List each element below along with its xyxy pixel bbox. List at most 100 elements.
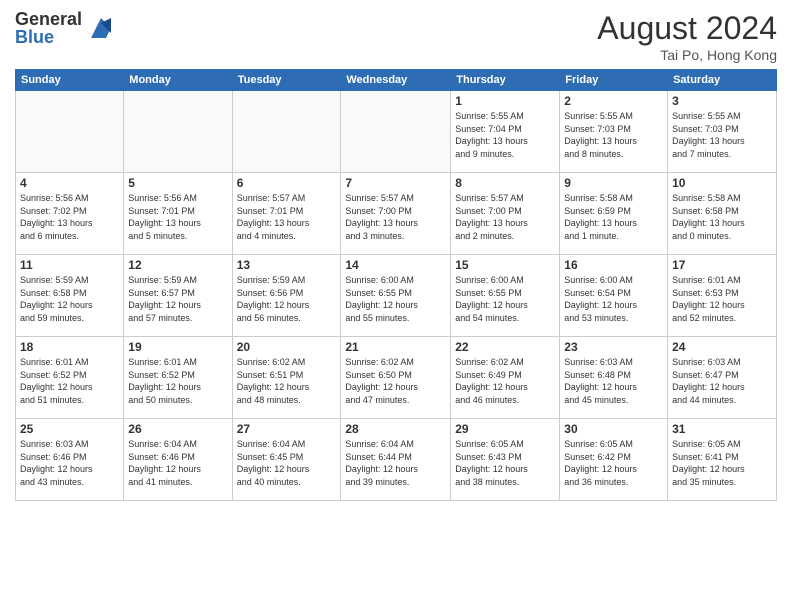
weekday-header-tuesday: Tuesday — [232, 70, 341, 91]
day-number: 23 — [564, 340, 663, 354]
calendar-cell: 22Sunrise: 6:02 AM Sunset: 6:49 PM Dayli… — [451, 337, 560, 419]
day-number: 1 — [455, 94, 555, 108]
day-info: Sunrise: 5:58 AM Sunset: 6:59 PM Dayligh… — [564, 192, 663, 242]
day-info: Sunrise: 6:00 AM Sunset: 6:54 PM Dayligh… — [564, 274, 663, 324]
day-number: 26 — [128, 422, 227, 436]
day-info: Sunrise: 6:00 AM Sunset: 6:55 PM Dayligh… — [455, 274, 555, 324]
calendar-cell — [124, 91, 232, 173]
day-number: 8 — [455, 176, 555, 190]
day-info: Sunrise: 6:02 AM Sunset: 6:50 PM Dayligh… — [345, 356, 446, 406]
calendar-cell: 2 Sunrise: 5:55 AM Sunset: 7:03 PM Daylig… — [560, 91, 668, 173]
calendar-cell: 26 Sunrise: 6:04 AM Sunset: 6:46 PM Dayli… — [124, 419, 232, 501]
day-info: Sunrise: 5:57 AM Sunset: 7:00 PM Dayligh… — [345, 192, 446, 242]
calendar-cell: 10Sunrise: 5:58 AM Sunset: 6:58 PM Dayli… — [668, 173, 777, 255]
day-info: Sunrise: 6:03 AM Sunset: 6:47 PM Dayligh… — [672, 356, 772, 406]
logo-general: General — [15, 10, 82, 28]
day-number: 15 — [455, 258, 555, 272]
day-number: 24 — [672, 340, 772, 354]
day-number: 6 — [237, 176, 337, 190]
day-number: 25 — [20, 422, 119, 436]
day-number: 9 — [564, 176, 663, 190]
day-info: Sunrise: 5:56 AM Sunset: 7:02 PM Dayligh… — [20, 192, 119, 242]
calendar-cell: 20Sunrise: 6:02 AM Sunset: 6:51 PM Dayli… — [232, 337, 341, 419]
calendar-cell: 8 Sunrise: 5:57 AM Sunset: 7:00 PM Daylig… — [451, 173, 560, 255]
calendar-cell: 27Sunrise: 6:04 AM Sunset: 6:45 PM Dayli… — [232, 419, 341, 501]
day-number: 18 — [20, 340, 119, 354]
calendar-cell: 21 Sunrise: 6:02 AM Sunset: 6:50 PM Dayli… — [341, 337, 451, 419]
calendar-cell: 18 Sunrise: 6:01 AM Sunset: 6:52 PM Dayli… — [16, 337, 124, 419]
day-info: Sunrise: 5:57 AM Sunset: 7:00 PM Dayligh… — [455, 192, 555, 242]
weekday-header-row: SundayMondayTuesdayWednesdayThursdayFrid… — [16, 70, 777, 91]
day-info: Sunrise: 5:59 AM Sunset: 6:56 PM Dayligh… — [237, 274, 337, 324]
page: General Blue August 2024 Tai Po, Hong Ko… — [0, 0, 792, 511]
day-info: Sunrise: 6:05 AM Sunset: 6:43 PM Dayligh… — [455, 438, 555, 488]
day-info: Sunrise: 6:04 AM Sunset: 6:44 PM Dayligh… — [345, 438, 446, 488]
day-number: 2 — [564, 94, 663, 108]
day-info: Sunrise: 6:01 AM Sunset: 6:52 PM Dayligh… — [20, 356, 119, 406]
day-number: 10 — [672, 176, 772, 190]
calendar-cell: 14Sunrise: 6:00 AM Sunset: 6:55 PM Dayli… — [341, 255, 451, 337]
day-number: 7 — [345, 176, 446, 190]
week-row-3: 18 Sunrise: 6:01 AM Sunset: 6:52 PM Dayli… — [16, 337, 777, 419]
day-info: Sunrise: 5:55 AM Sunset: 7:03 PM Dayligh… — [564, 110, 663, 160]
day-number: 21 — [345, 340, 446, 354]
calendar-cell: 3 Sunrise: 5:55 AM Sunset: 7:03 PM Daylig… — [668, 91, 777, 173]
calendar-cell: 1 Sunrise: 5:55 AM Sunset: 7:04 PM Daylig… — [451, 91, 560, 173]
logo-blue: Blue — [15, 28, 82, 46]
day-number: 16 — [564, 258, 663, 272]
calendar-cell: 12 Sunrise: 5:59 AM Sunset: 6:57 PM Dayli… — [124, 255, 232, 337]
day-info: Sunrise: 6:00 AM Sunset: 6:55 PM Dayligh… — [345, 274, 446, 324]
week-row-4: 25 Sunrise: 6:03 AM Sunset: 6:46 PM Dayli… — [16, 419, 777, 501]
week-row-2: 11Sunrise: 5:59 AM Sunset: 6:58 PM Dayli… — [16, 255, 777, 337]
calendar-cell: 24 Sunrise: 6:03 AM Sunset: 6:47 PM Dayli… — [668, 337, 777, 419]
title-block: August 2024 Tai Po, Hong Kong — [597, 10, 777, 63]
title-location: Tai Po, Hong Kong — [597, 47, 777, 63]
day-number: 17 — [672, 258, 772, 272]
day-info: Sunrise: 6:05 AM Sunset: 6:42 PM Dayligh… — [564, 438, 663, 488]
day-info: Sunrise: 6:03 AM Sunset: 6:46 PM Dayligh… — [20, 438, 119, 488]
day-info: Sunrise: 6:01 AM Sunset: 6:52 PM Dayligh… — [128, 356, 227, 406]
day-number: 28 — [345, 422, 446, 436]
weekday-header-saturday: Saturday — [668, 70, 777, 91]
day-number: 4 — [20, 176, 119, 190]
day-info: Sunrise: 6:03 AM Sunset: 6:48 PM Dayligh… — [564, 356, 663, 406]
day-number: 30 — [564, 422, 663, 436]
logo-icon — [86, 13, 116, 43]
day-info: Sunrise: 5:55 AM Sunset: 7:04 PM Dayligh… — [455, 110, 555, 160]
day-info: Sunrise: 5:59 AM Sunset: 6:57 PM Dayligh… — [128, 274, 227, 324]
day-info: Sunrise: 5:55 AM Sunset: 7:03 PM Dayligh… — [672, 110, 772, 160]
day-info: Sunrise: 6:02 AM Sunset: 6:49 PM Dayligh… — [455, 356, 555, 406]
calendar-cell: 7 Sunrise: 5:57 AM Sunset: 7:00 PM Daylig… — [341, 173, 451, 255]
day-info: Sunrise: 5:57 AM Sunset: 7:01 PM Dayligh… — [237, 192, 337, 242]
calendar-cell — [232, 91, 341, 173]
day-info: Sunrise: 6:04 AM Sunset: 6:46 PM Dayligh… — [128, 438, 227, 488]
calendar-cell: 25 Sunrise: 6:03 AM Sunset: 6:46 PM Dayli… — [16, 419, 124, 501]
day-number: 31 — [672, 422, 772, 436]
day-number: 3 — [672, 94, 772, 108]
calendar-cell: 9 Sunrise: 5:58 AM Sunset: 6:59 PM Daylig… — [560, 173, 668, 255]
day-number: 11 — [20, 258, 119, 272]
day-number: 13 — [237, 258, 337, 272]
calendar-cell: 4 Sunrise: 5:56 AM Sunset: 7:02 PM Daylig… — [16, 173, 124, 255]
calendar-cell: 28 Sunrise: 6:04 AM Sunset: 6:44 PM Dayli… — [341, 419, 451, 501]
logo-text: General Blue — [15, 10, 82, 46]
calendar-cell: 31Sunrise: 6:05 AM Sunset: 6:41 PM Dayli… — [668, 419, 777, 501]
calendar-cell: 17 Sunrise: 6:01 AM Sunset: 6:53 PM Dayli… — [668, 255, 777, 337]
calendar-cell: 29Sunrise: 6:05 AM Sunset: 6:43 PM Dayli… — [451, 419, 560, 501]
weekday-header-sunday: Sunday — [16, 70, 124, 91]
calendar-cell: 23 Sunrise: 6:03 AM Sunset: 6:48 PM Dayli… — [560, 337, 668, 419]
day-info: Sunrise: 5:56 AM Sunset: 7:01 PM Dayligh… — [128, 192, 227, 242]
day-info: Sunrise: 6:01 AM Sunset: 6:53 PM Dayligh… — [672, 274, 772, 324]
calendar-cell — [341, 91, 451, 173]
header: General Blue August 2024 Tai Po, Hong Ko… — [15, 10, 777, 63]
week-row-0: 1 Sunrise: 5:55 AM Sunset: 7:04 PM Daylig… — [16, 91, 777, 173]
calendar-cell — [16, 91, 124, 173]
calendar-cell: 13 Sunrise: 5:59 AM Sunset: 6:56 PM Dayli… — [232, 255, 341, 337]
weekday-header-thursday: Thursday — [451, 70, 560, 91]
day-number: 20 — [237, 340, 337, 354]
week-row-1: 4 Sunrise: 5:56 AM Sunset: 7:02 PM Daylig… — [16, 173, 777, 255]
calendar-cell: 11Sunrise: 5:59 AM Sunset: 6:58 PM Dayli… — [16, 255, 124, 337]
weekday-header-wednesday: Wednesday — [341, 70, 451, 91]
day-number: 12 — [128, 258, 227, 272]
weekday-header-friday: Friday — [560, 70, 668, 91]
